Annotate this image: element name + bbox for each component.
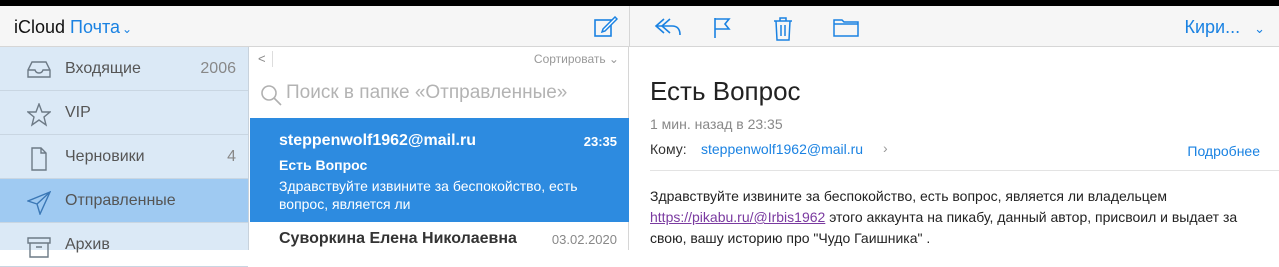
sidebar-item-drafts[interactable]: Черновики 4 [0,135,248,179]
flag-button[interactable] [712,17,732,44]
list-item[interactable]: Суворкина Елена Николаевна 03.02.2020 [250,222,629,262]
document-icon [31,147,47,171]
search-bar [250,77,629,113]
inbox-icon [27,61,51,78]
trash-button[interactable] [773,17,793,46]
user-menu[interactable]: Кири... ⌄ [1184,17,1265,38]
chevron-down-icon: ⌄ [1254,21,1265,36]
message-sender: steppenwolf1962@mail.ru [279,132,476,149]
sidebar-item-label: Архив [65,236,110,253]
paper-plane-icon [27,191,51,215]
draft-count: 4 [227,148,236,165]
message-subject: Есть Вопрос [279,157,368,173]
search-input[interactable] [286,82,616,104]
mail-app: iCloud Почта ⌄ Кири... ⌄ Входящие 2006 V… [0,6,1279,267]
message-time: 1 мин. назад в 23:35 [650,116,783,132]
recipient-address[interactable]: steppenwolf1962@mail.ru [701,141,863,157]
trash-icon [774,17,792,41]
details-link[interactable]: Подробнее [1187,143,1260,159]
folder-icon [833,19,859,37]
app-switcher[interactable]: iCloud Почта ⌄ [14,17,132,38]
compose-button[interactable] [594,15,619,43]
reading-pane: Есть Вопрос 1 мин. назад в 23:35 Кому: s… [630,47,1279,250]
sidebar-item-inbox[interactable]: Входящие 2006 [0,47,248,91]
body-link[interactable]: https://pikabu.ru/@Irbis1962 [650,209,825,225]
sidebar-item-label: Входящие [65,60,141,77]
star-icon [27,103,51,127]
reply-icon [654,18,681,36]
message-date: 23:35 [583,134,617,149]
chevron-down-icon: ⌄ [122,22,133,36]
flag-icon [714,18,731,38]
list-toolbar: < Сортировать ⌄ [250,47,629,77]
message-title: Есть Вопрос [650,76,801,106]
sort-dropdown[interactable]: Сортировать ⌄ [534,52,619,66]
message-toolbar: Кири... ⌄ [629,6,1279,47]
mailbox-sidebar: Входящие 2006 VIP Черновики 4 Отправленн… [0,47,249,267]
list-item[interactable]: steppenwolf1962@mail.ru 23:35 Есть Вопро… [250,118,629,222]
archive-icon [27,237,51,258]
user-name: Кири... [1184,17,1241,37]
sidebar-item-label: Черновики [65,148,145,165]
brand-label: iCloud [14,17,66,37]
chevron-right-icon[interactable]: › [883,140,888,156]
sidebar-item-label: Отправленные [65,192,176,209]
reply-button[interactable] [654,17,682,42]
sidebar-item-archive[interactable]: Архив [0,223,248,267]
compose-icon [594,15,619,37]
to-label: Кому: [650,141,687,157]
message-body: Здравствуйте извините за беспокойство, е… [650,186,1260,249]
message-preview: Здравствуйте извините за беспокойство, е… [279,178,578,212]
body-text-part: Здравствуйте извините за беспокойство, е… [650,188,1168,204]
sidebar-item-vip[interactable]: VIP [0,91,248,135]
message-list: < Сортировать ⌄ steppenwolf1962@mail.ru … [250,47,629,250]
mail-header-left: iCloud Почта ⌄ [0,6,629,47]
sidebar-item-label: VIP [65,104,91,121]
search-icon [261,85,282,106]
app-name: Почта [70,17,121,37]
back-button[interactable]: < [258,51,273,67]
unread-count: 2006 [200,60,236,77]
move-to-folder-button[interactable] [833,17,859,42]
message-date: 03.02.2020 [551,232,617,247]
divider [650,170,1279,171]
message-sender: Суворкина Елена Николаевна [279,230,517,247]
sidebar-item-sent[interactable]: Отправленные [0,179,248,223]
